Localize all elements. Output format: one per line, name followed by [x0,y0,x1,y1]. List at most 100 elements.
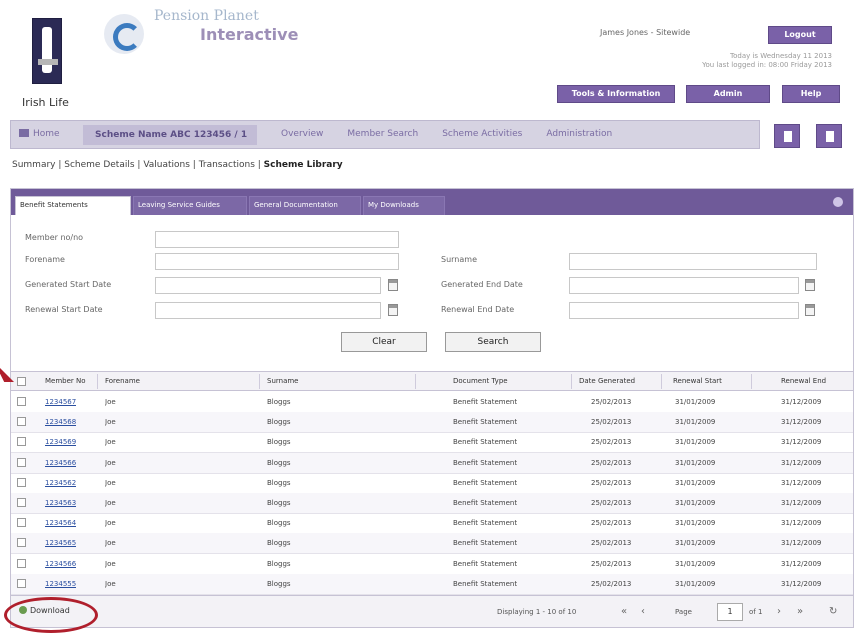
cell-member-no[interactable]: 1234555 [45,580,76,588]
nav-scheme-selector[interactable]: Scheme Name ABC 123456 / 1 [83,125,258,145]
cell-member-no[interactable]: 1234564 [45,519,76,527]
gen-end-input[interactable] [569,277,799,294]
displaying-count: Displaying 1 - 10 of 10 [497,608,577,616]
cell-renewal-start: 31/01/2009 [675,539,716,548]
forename-input[interactable] [155,253,399,270]
next-page-icon[interactable]: › [777,606,781,617]
table-row[interactable]: 1234568 Joe Bloggs Benefit Statement 25/02/2… [11,412,853,434]
prev-page-icon[interactable]: ‹ [641,606,645,617]
cell-date-generated: 25/02/2013 [591,478,632,487]
row-checkbox[interactable] [17,437,26,447]
library-panel: Benefit Statements Leaving Service Guide… [10,188,854,628]
col-forename[interactable]: Forename [105,377,140,385]
nav-link-administration[interactable]: Administration [546,129,612,139]
refresh-icon[interactable]: ↻ [829,606,837,617]
row-checkbox[interactable] [17,578,26,588]
row-checkbox[interactable] [17,477,26,487]
tab-leaving-service-guides[interactable]: Leaving Service Guides [133,196,247,215]
nav-link-scheme-activities[interactable]: Scheme Activities [442,129,522,139]
col-renewal-start[interactable]: Renewal Start [673,377,722,385]
col-renewal-end[interactable]: Renewal End [781,377,826,385]
col-surname[interactable]: Surname [267,377,299,385]
cell-document-type: Benefit Statement [453,579,518,588]
first-page-icon[interactable]: « [621,606,627,617]
cell-forename: Joe [105,418,116,427]
table-row[interactable]: 1234566 Joe Bloggs Benefit Statement 25/02/2… [11,452,853,474]
help-button[interactable]: Help [782,85,840,103]
calendar-icon[interactable] [388,304,398,316]
cell-member-no[interactable]: 1234566 [45,459,76,467]
table-row[interactable]: 1234569 Joe Bloggs Benefit Statement 25/02/2… [11,432,853,454]
last-page-icon[interactable]: » [797,606,803,617]
table-row[interactable]: 1234562 Joe Bloggs Benefit Statement 25/02/2… [11,473,853,494]
info-icon[interactable] [833,197,843,207]
tab-my-downloads[interactable]: My Downloads [363,196,445,215]
tab-bar: Benefit Statements Leaving Service Guide… [11,189,853,215]
tab-general-documentation[interactable]: General Documentation [249,196,361,215]
subnav-scheme-details[interactable]: Scheme Details [64,160,134,170]
cell-document-type: Benefit Statement [453,418,518,427]
ren-start-input[interactable] [155,302,381,319]
gen-start-label: Generated Start Date [25,280,112,289]
subnav-valuations[interactable]: Valuations [143,160,190,170]
admin-button[interactable]: Admin [686,85,770,103]
row-checkbox[interactable] [17,417,26,427]
nav-link-overview[interactable]: Overview [281,129,323,139]
cell-forename: Joe [105,458,116,467]
cell-member-no[interactable]: 1234565 [45,539,76,547]
page-input[interactable]: 1 [717,603,743,621]
table-row[interactable]: 1234563 Joe Bloggs Benefit Statement 25/02/2… [11,493,853,514]
calendar-icon[interactable] [388,279,398,291]
nav-link-member-search[interactable]: Member Search [347,129,418,139]
cell-forename: Joe [105,539,116,548]
subnav-scheme-library[interactable]: Scheme Library [264,160,343,170]
cell-surname: Bloggs [267,499,291,507]
calendar-icon[interactable] [805,279,815,291]
subnav-summary[interactable]: Summary [12,160,56,170]
col-date-generated[interactable]: Date Generated [579,377,635,385]
cell-renewal-start: 31/01/2009 [675,559,716,568]
gen-start-input[interactable] [155,277,381,294]
col-document-type[interactable]: Document Type [453,377,508,385]
row-checkbox[interactable] [17,498,26,507]
cell-forename: Joe [105,519,116,528]
cell-renewal-start: 31/01/2009 [675,579,716,588]
pension-planet-logo: Pension Planet Interactive [104,6,344,62]
cell-document-type: Benefit Statement [453,519,518,528]
clear-button[interactable]: Clear [341,332,427,352]
table-row[interactable]: 1234564 Joe Bloggs Benefit Statement 25/02/2… [11,513,853,535]
print-icon[interactable] [774,124,800,148]
export-icon[interactable] [816,124,842,148]
cell-member-no[interactable]: 1234568 [45,418,76,426]
col-divider [259,374,260,389]
member-no-input[interactable] [155,231,399,248]
table-row[interactable]: 1234565 Joe Bloggs Benefit Statement 25/02/2… [11,533,853,555]
nav-home[interactable]: Home [19,129,60,139]
cell-member-no[interactable]: 1234563 [45,499,76,507]
tab-benefit-statements[interactable]: Benefit Statements [15,196,131,215]
tools-information-button[interactable]: Tools & Information [557,85,675,103]
cell-member-no[interactable]: 1234566 [45,560,76,568]
row-checkbox[interactable] [17,457,26,467]
table-row[interactable]: 1234555 Joe Bloggs Benefit Statement 25/02/2… [11,573,853,595]
ren-end-input[interactable] [569,302,799,319]
surname-input[interactable] [569,253,817,270]
row-checkbox[interactable] [17,538,26,548]
row-checkbox[interactable] [17,397,26,406]
row-checkbox[interactable] [17,558,26,568]
cell-member-no[interactable]: 1234569 [45,438,76,446]
cell-member-no[interactable]: 1234562 [45,479,76,487]
cell-renewal-end: 31/12/2009 [781,519,822,528]
col-member-no[interactable]: Member No [45,377,86,385]
logout-button[interactable]: Logout [768,26,832,44]
table-row[interactable]: 1234567 Joe Bloggs Benefit Statement 25/02/2… [11,392,853,413]
cell-renewal-start: 31/01/2009 [675,438,716,447]
cell-renewal-start: 31/01/2009 [675,478,716,487]
row-checkbox[interactable] [17,518,26,528]
subnav-transactions[interactable]: Transactions [199,160,255,170]
calendar-icon[interactable] [805,304,815,316]
search-button[interactable]: Search [445,332,541,352]
table-row[interactable]: 1234566 Joe Bloggs Benefit Statement 25/02/2… [11,554,853,575]
select-all-checkbox[interactable] [17,377,26,386]
cell-member-no[interactable]: 1234567 [45,398,76,406]
